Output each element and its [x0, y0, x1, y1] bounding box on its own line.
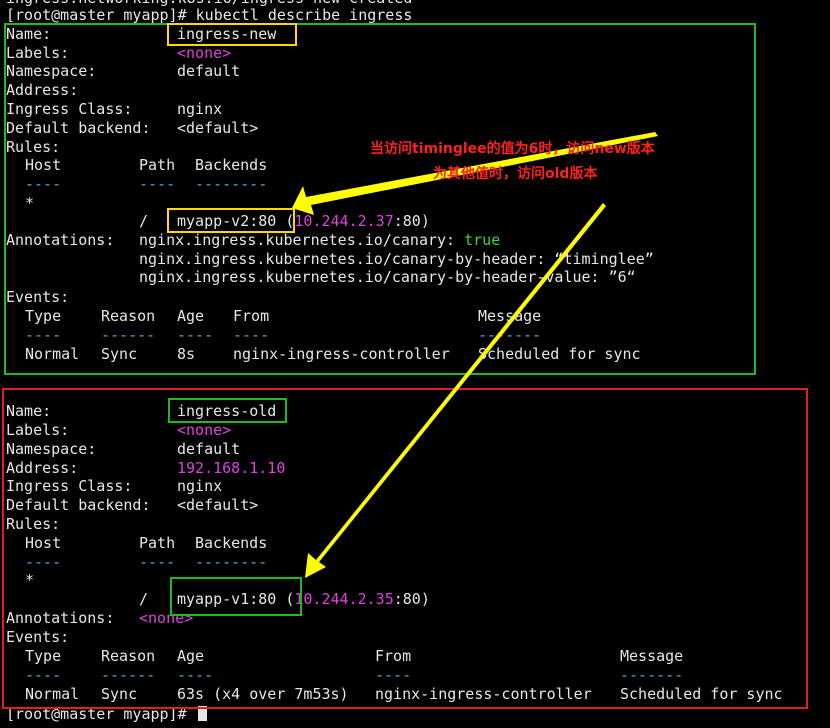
arrow-to-old-backend — [305, 203, 606, 578]
annotation-note-line1: 当访问timinglee的值为6时，访问new版本 — [370, 141, 655, 157]
annotation-arrows — [292, 132, 658, 578]
annotation-note-line2: 为其他值时，访问old版本 — [433, 166, 598, 182]
